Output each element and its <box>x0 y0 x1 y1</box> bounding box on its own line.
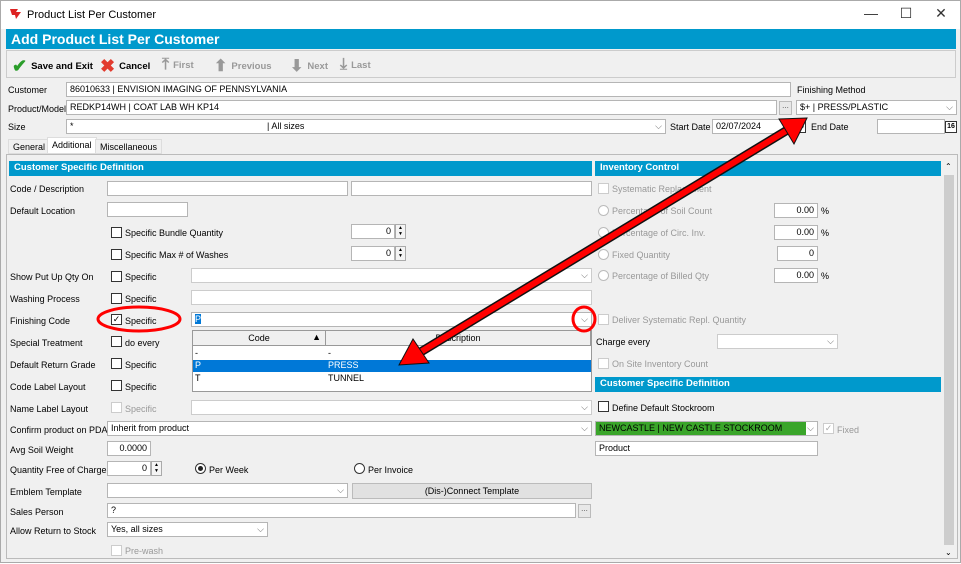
annotation-circle <box>571 305 597 333</box>
annotation-ellipse <box>96 305 182 333</box>
double-arrow-icon <box>398 117 808 366</box>
annotation-overlay <box>96 117 808 366</box>
window: Product List Per Customer — ☐ ✕ Add Prod… <box>0 0 961 563</box>
